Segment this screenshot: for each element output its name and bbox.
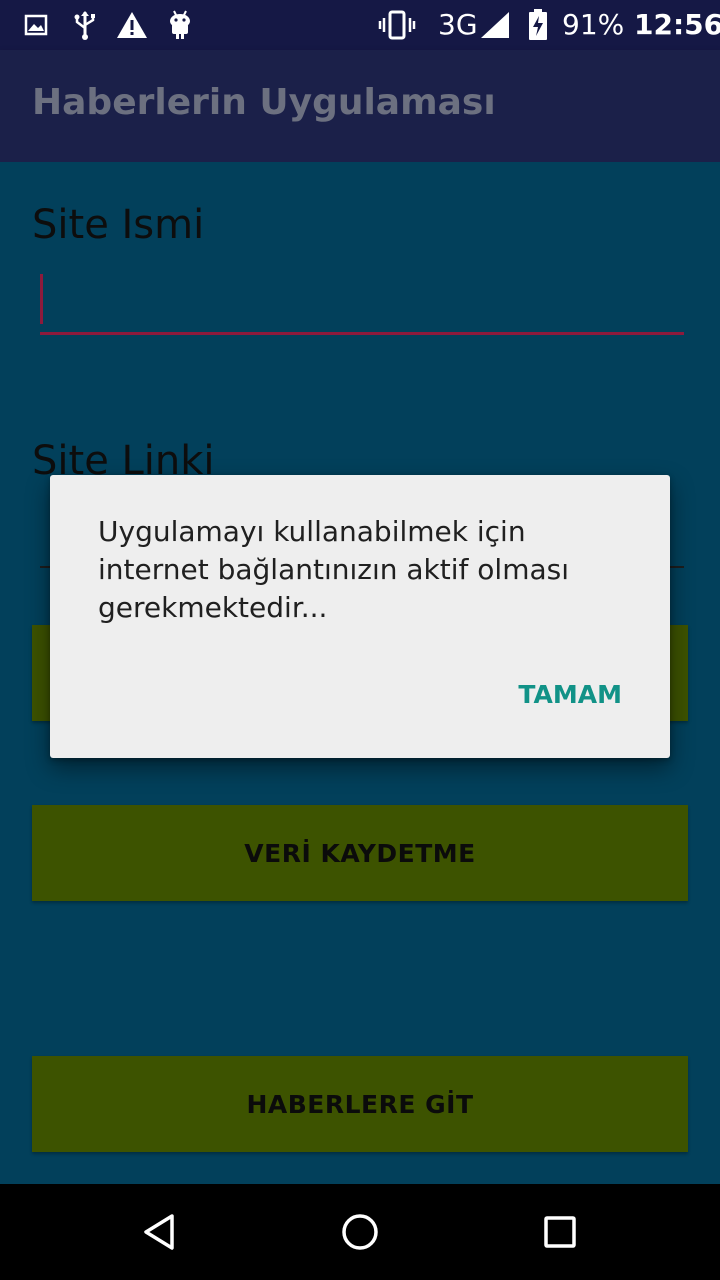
alert-dialog: Uygulamayı kullanabilmek için internet b…	[50, 475, 670, 758]
dialog-message: Uygulamayı kullanabilmek için internet b…	[98, 515, 569, 624]
navigation-bar	[0, 1184, 720, 1280]
ok-button[interactable]: TAMAM	[506, 671, 634, 719]
home-icon[interactable]	[336, 1208, 384, 1256]
recents-icon[interactable]	[536, 1208, 584, 1256]
back-icon[interactable]	[136, 1208, 184, 1256]
screen: 3G 91% 12:56 Haberlerin Uygulaması Site …	[0, 0, 720, 1280]
